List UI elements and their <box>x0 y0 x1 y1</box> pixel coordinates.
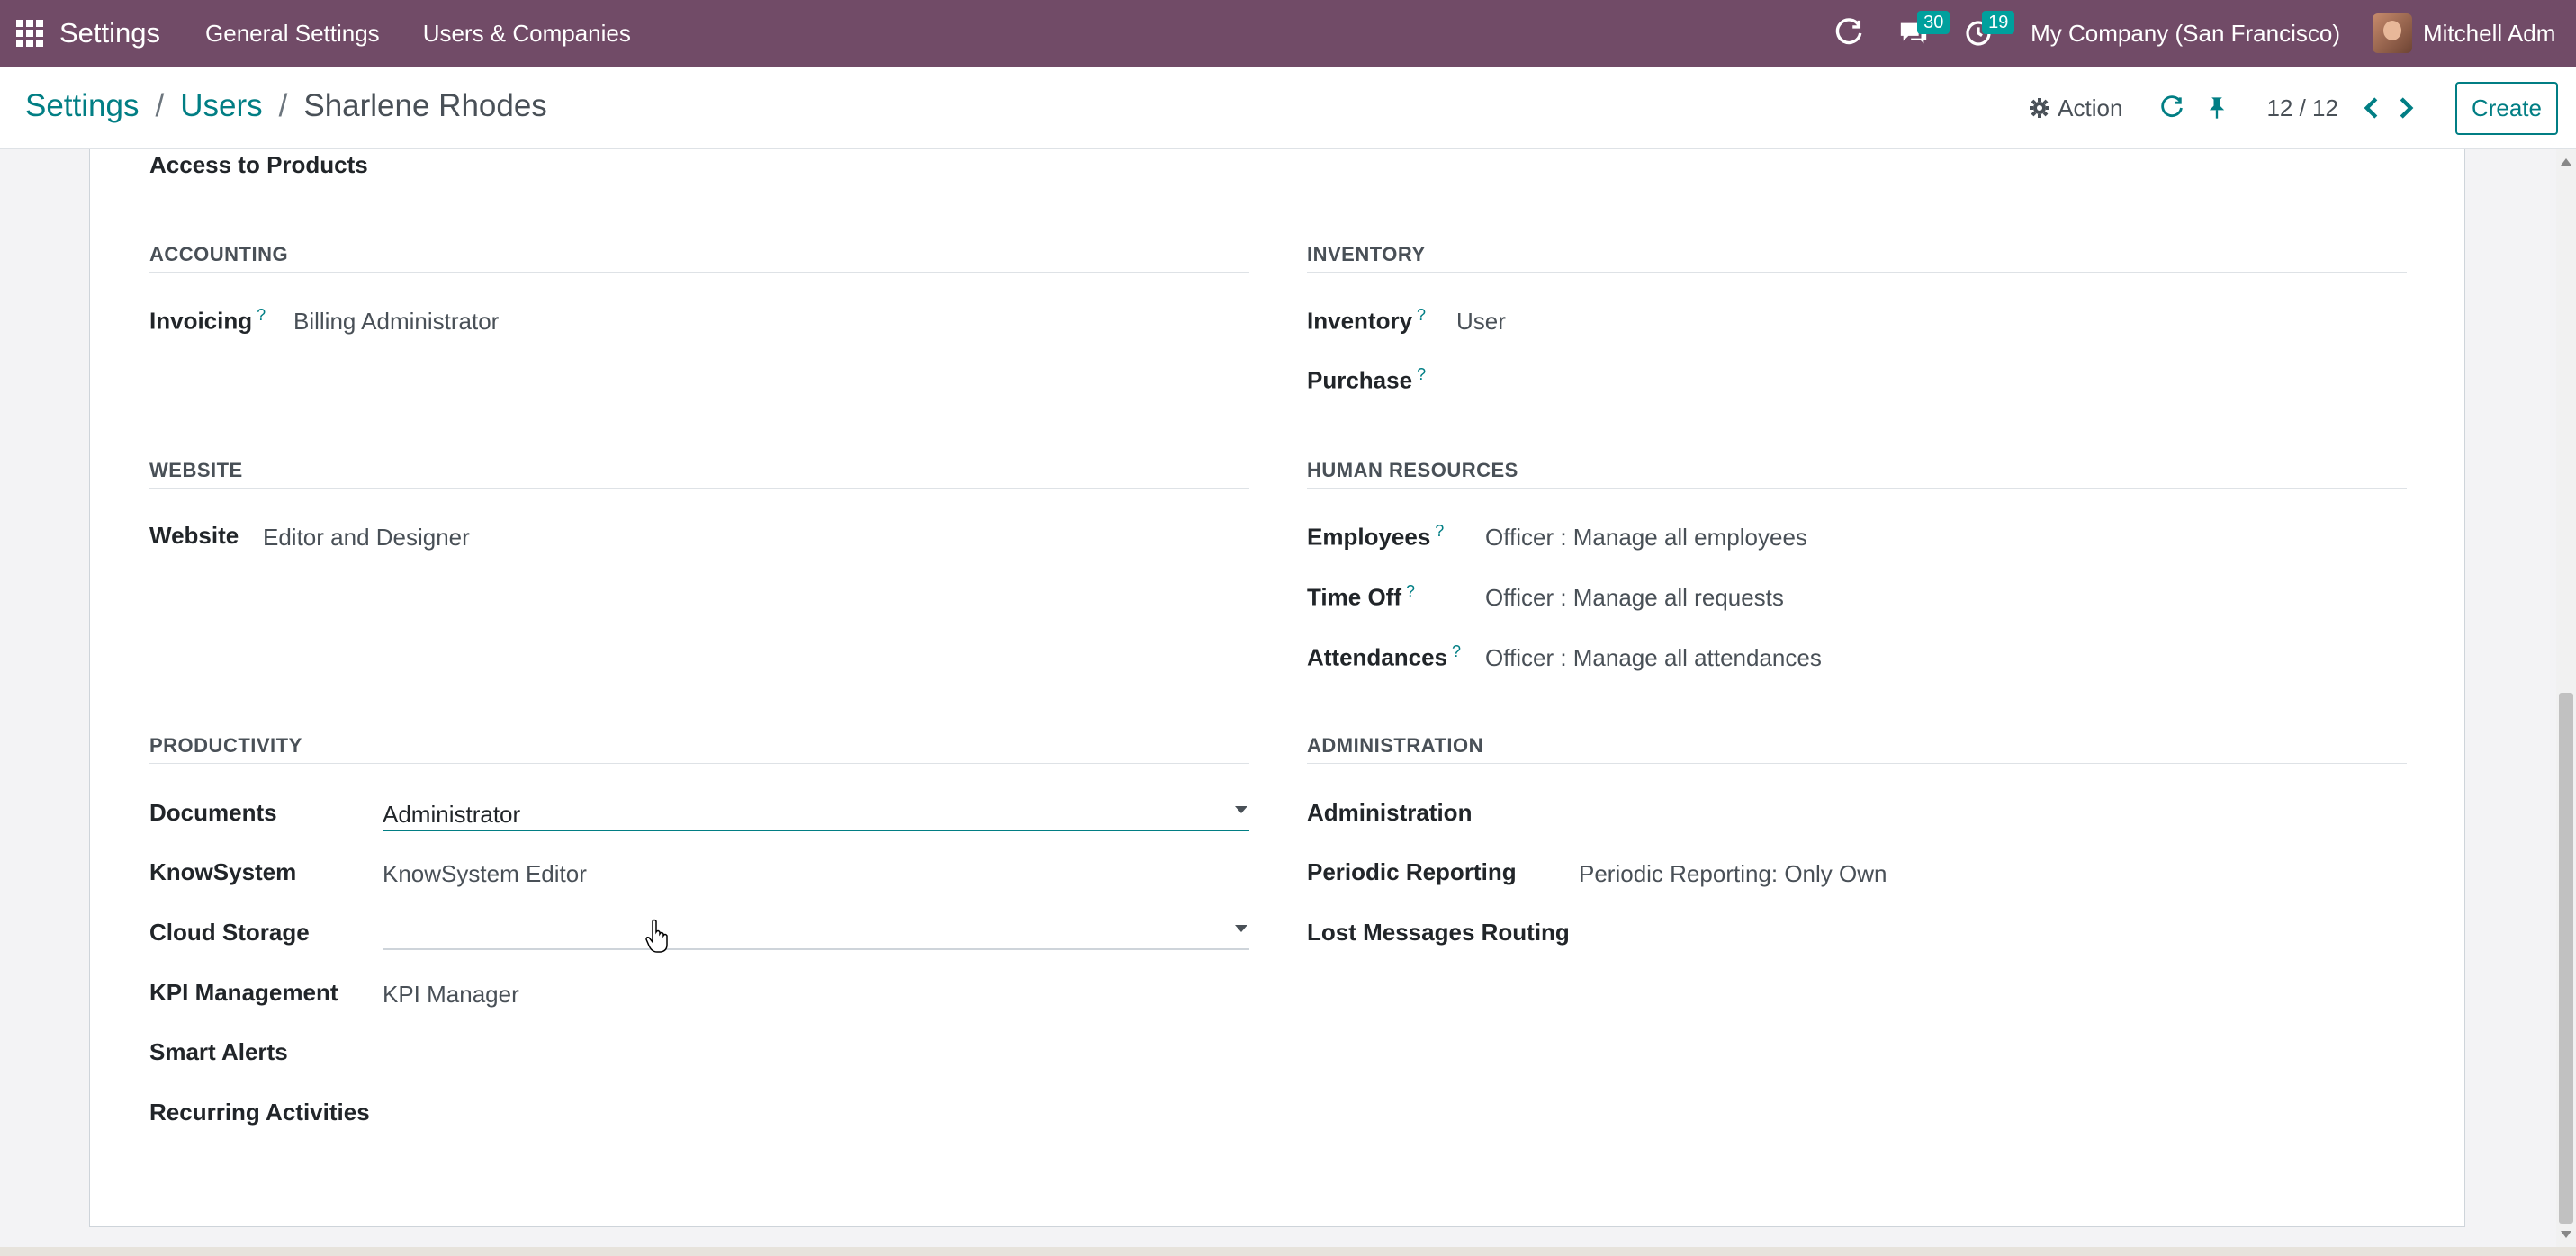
pin-icon[interactable] <box>2194 85 2239 130</box>
window-bottom-edge <box>0 1247 2576 1256</box>
scroll-up-icon[interactable] <box>2561 158 2571 166</box>
section-website: WEBSITE <box>149 459 1249 489</box>
field-employees-value[interactable]: Officer : Manage all employees <box>1485 524 1807 552</box>
field-employees-label: Employees? <box>1307 522 1445 551</box>
avatar[interactable] <box>2373 13 2412 53</box>
help-icon[interactable]: ? <box>257 306 266 324</box>
section-human-resources: HUMAN RESOURCES <box>1307 459 2407 489</box>
user-menu[interactable]: Mitchell Adm <box>2423 20 2576 48</box>
help-icon[interactable]: ? <box>1417 365 1426 383</box>
debug-refresh-icon[interactable] <box>1816 0 1881 67</box>
help-icon[interactable]: ? <box>1452 642 1461 660</box>
field-website-value[interactable]: Editor and Designer <box>263 524 470 552</box>
field-attendances-label: Attendances? <box>1307 642 1462 671</box>
scroll-down-icon[interactable] <box>2561 1231 2571 1238</box>
help-icon[interactable]: ? <box>1435 522 1444 540</box>
access-products-label: Access to Products <box>149 151 368 178</box>
top-navbar: Settings General Settings Users & Compan… <box>0 0 2576 67</box>
activities-badge: 19 <box>1982 11 2015 34</box>
activities-icon[interactable]: 19 <box>1946 0 2015 67</box>
field-attendances-value[interactable]: Officer : Manage all attendances <box>1485 644 1822 672</box>
control-panel: Settings / Users / Sharlene Rhodes Actio… <box>0 67 2576 149</box>
field-cloud-storage-label: Cloud Storage <box>149 919 310 946</box>
field-periodic-reporting-label: Periodic Reporting <box>1307 858 1517 885</box>
action-label: Action <box>2058 94 2123 121</box>
scrollbar-thumb[interactable] <box>2559 693 2573 1224</box>
field-time-off-label: Time Off? <box>1307 582 1415 611</box>
chevron-right-icon[interactable] <box>2389 85 2425 130</box>
section-inventory: INVENTORY <box>1307 243 2407 273</box>
field-invoicing-label: Invoicing? <box>149 306 266 335</box>
cloud-storage-select[interactable] <box>383 914 1249 950</box>
messages-badge: 30 <box>1917 11 1950 34</box>
field-time-off-value[interactable]: Officer : Manage all requests <box>1485 584 1784 612</box>
hand-cursor-icon <box>645 919 668 953</box>
breadcrumb-current: Sharlene Rhodes <box>303 88 547 123</box>
app-brand[interactable]: Settings <box>59 17 160 49</box>
help-icon[interactable]: ? <box>1406 582 1415 600</box>
field-knowsystem-value[interactable]: KnowSystem Editor <box>383 860 587 888</box>
form-sheet: Access to Products ACCOUNTING Invoicing?… <box>89 149 2465 1227</box>
field-recurring-activities-label: Recurring Activities <box>149 1099 370 1126</box>
breadcrumb-separator: / <box>278 88 288 123</box>
section-accounting: ACCOUNTING <box>149 243 1249 273</box>
chevron-down-icon <box>1235 806 1247 813</box>
help-icon[interactable]: ? <box>1417 306 1426 324</box>
action-button[interactable]: Action <box>2029 94 2122 122</box>
gear-icon <box>2030 98 2050 118</box>
chevron-down-icon <box>1235 925 1247 932</box>
field-documents-label: Documents <box>149 799 277 826</box>
breadcrumb-users[interactable]: Users <box>180 88 262 124</box>
documents-select-value: Administrator <box>383 801 521 828</box>
reload-icon[interactable] <box>2149 85 2194 130</box>
menu-general-settings[interactable]: General Settings <box>205 20 380 48</box>
apps-menu-icon[interactable] <box>0 0 59 67</box>
section-administration: ADMINISTRATION <box>1307 734 2407 764</box>
field-kpi-label: KPI Management <box>149 979 338 1006</box>
messages-icon[interactable]: 30 <box>1881 0 1950 67</box>
field-administration-label: Administration <box>1307 799 1473 826</box>
field-periodic-reporting-value[interactable]: Periodic Reporting: Only Own <box>1579 860 1887 888</box>
breadcrumb-settings[interactable]: Settings <box>25 88 139 124</box>
breadcrumb-separator: / <box>155 88 165 123</box>
create-button[interactable]: Create <box>2454 81 2558 135</box>
field-lost-messages-label: Lost Messages Routing <box>1307 919 1570 946</box>
pager-value[interactable]: 12 / 12 <box>2266 94 2338 122</box>
field-kpi-value[interactable]: KPI Manager <box>383 981 519 1009</box>
section-productivity: PRODUCTIVITY <box>149 734 1249 764</box>
field-invoicing-value[interactable]: Billing Administrator <box>293 308 499 336</box>
documents-select[interactable]: Administrator <box>383 795 1249 831</box>
breadcrumb: Settings / Users / Sharlene Rhodes <box>25 88 547 124</box>
menu-users-companies[interactable]: Users & Companies <box>423 20 631 48</box>
company-switcher[interactable]: My Company (San Francisco) <box>2031 20 2340 48</box>
field-inventory-label: Inventory? <box>1307 306 1427 335</box>
field-smart-alerts-label: Smart Alerts <box>149 1038 288 1065</box>
field-inventory-value[interactable]: User <box>1456 308 1506 336</box>
chevron-left-icon[interactable] <box>2353 85 2389 130</box>
field-purchase-label: Purchase? <box>1307 365 1427 394</box>
field-knowsystem-label: KnowSystem <box>149 858 297 885</box>
field-website-label: Website <box>149 522 239 549</box>
